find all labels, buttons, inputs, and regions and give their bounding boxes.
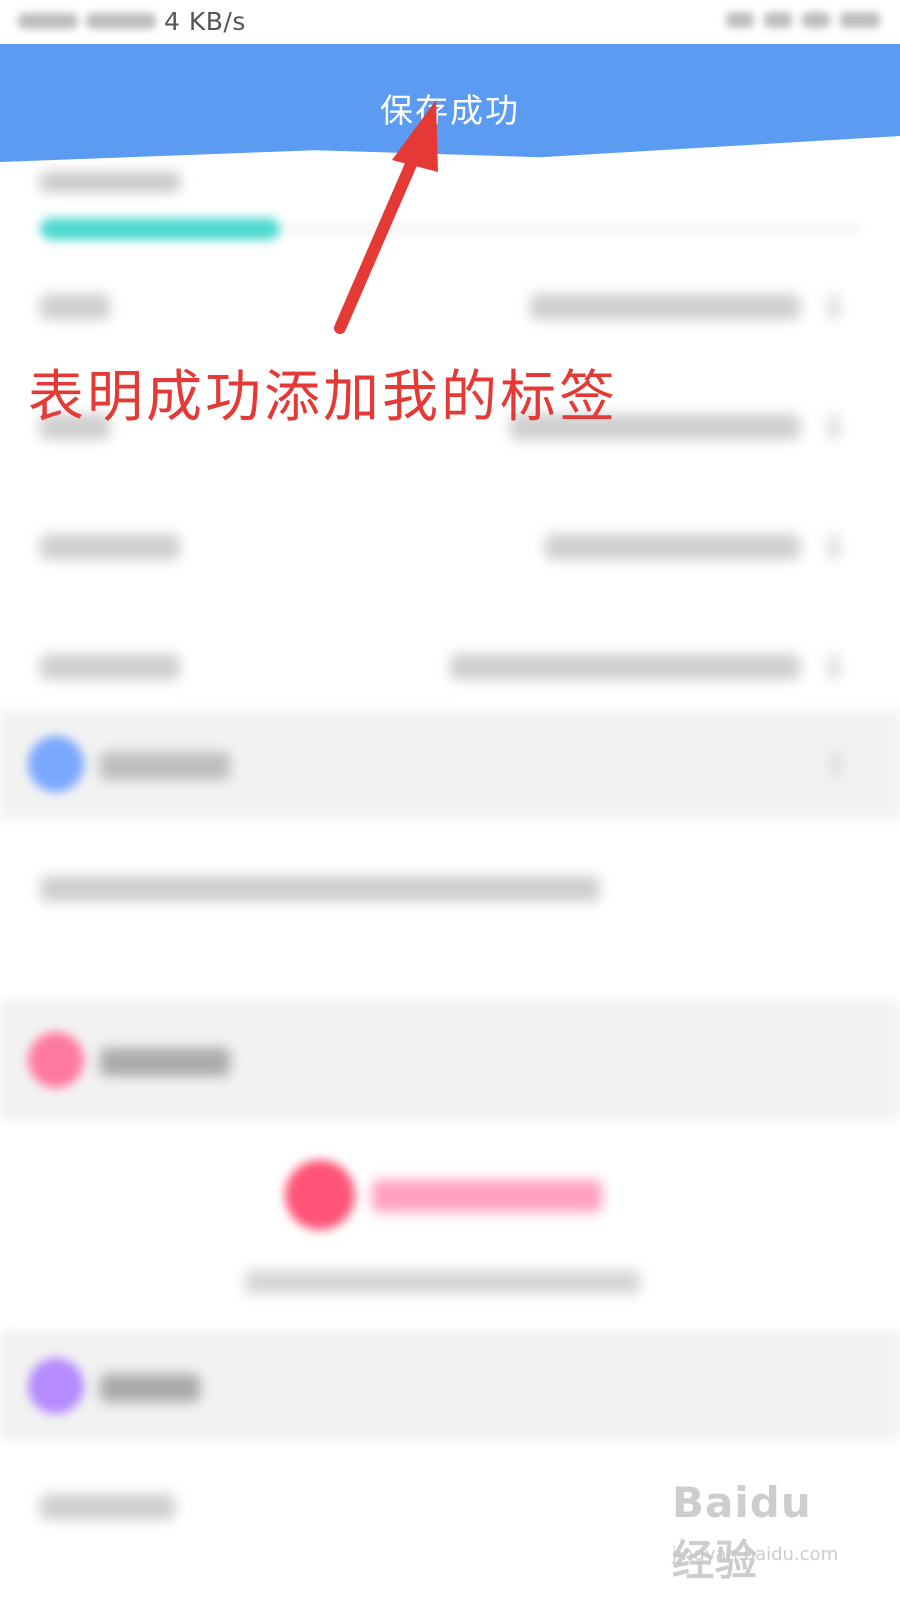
list-item-value (530, 294, 800, 320)
list-item[interactable] (0, 610, 900, 720)
battery-icon (840, 12, 880, 28)
section-header-tags (0, 1000, 900, 1120)
intro-icon (28, 736, 84, 792)
section-header-intro[interactable] (0, 710, 900, 820)
add-tag-button[interactable] (285, 1160, 355, 1230)
chevron-right-icon (828, 294, 840, 320)
chevron-right-icon (828, 654, 840, 680)
profile-completion-row (0, 160, 900, 250)
wifi-icon (726, 12, 754, 28)
annotation-caption: 表明成功添加我的标签 (28, 365, 618, 430)
completion-label (40, 172, 180, 192)
watermark-url: jingyan.baidu.com (672, 1544, 839, 1565)
progress-fill (40, 218, 280, 240)
section-title (100, 1048, 230, 1076)
add-tag-label[interactable] (372, 1180, 602, 1212)
carrier-info (18, 13, 78, 29)
notification-icon (802, 12, 830, 28)
list-item-label (40, 534, 180, 560)
list-item-value (450, 654, 800, 680)
status-bar-right (726, 12, 880, 28)
section-header-certify (0, 1330, 900, 1440)
list-item[interactable] (0, 490, 900, 610)
chevron-right-icon (828, 534, 840, 560)
chevron-right-icon (828, 414, 840, 440)
add-tag-area (0, 1120, 900, 1330)
alarm-icon (764, 12, 792, 28)
watermark-brand: Baidu经验 (672, 1478, 812, 1585)
section-title (100, 752, 230, 780)
intro-placeholder (40, 876, 600, 902)
intro-body[interactable] (0, 820, 900, 1000)
add-tag-hint (245, 1270, 640, 1294)
list-item-label (40, 654, 180, 680)
toast-message: 保存成功 (380, 91, 520, 130)
save-success-toast: 保存成功 (0, 44, 900, 162)
baidu-watermark: Baidu经验 jingyan.baidu.com (672, 1468, 852, 1588)
status-bar-left: 4 KB/s (18, 6, 246, 36)
certify-icon (28, 1358, 84, 1414)
signal-icon (86, 13, 156, 29)
network-speed: 4 KB/s (164, 6, 246, 36)
section-title (100, 1374, 200, 1402)
list-item-label (40, 1494, 175, 1520)
list-item-value (545, 534, 800, 560)
list-item-label (40, 294, 110, 320)
status-bar: 4 KB/s (0, 0, 900, 44)
chevron-right-icon (830, 752, 842, 778)
tags-icon (28, 1032, 84, 1088)
